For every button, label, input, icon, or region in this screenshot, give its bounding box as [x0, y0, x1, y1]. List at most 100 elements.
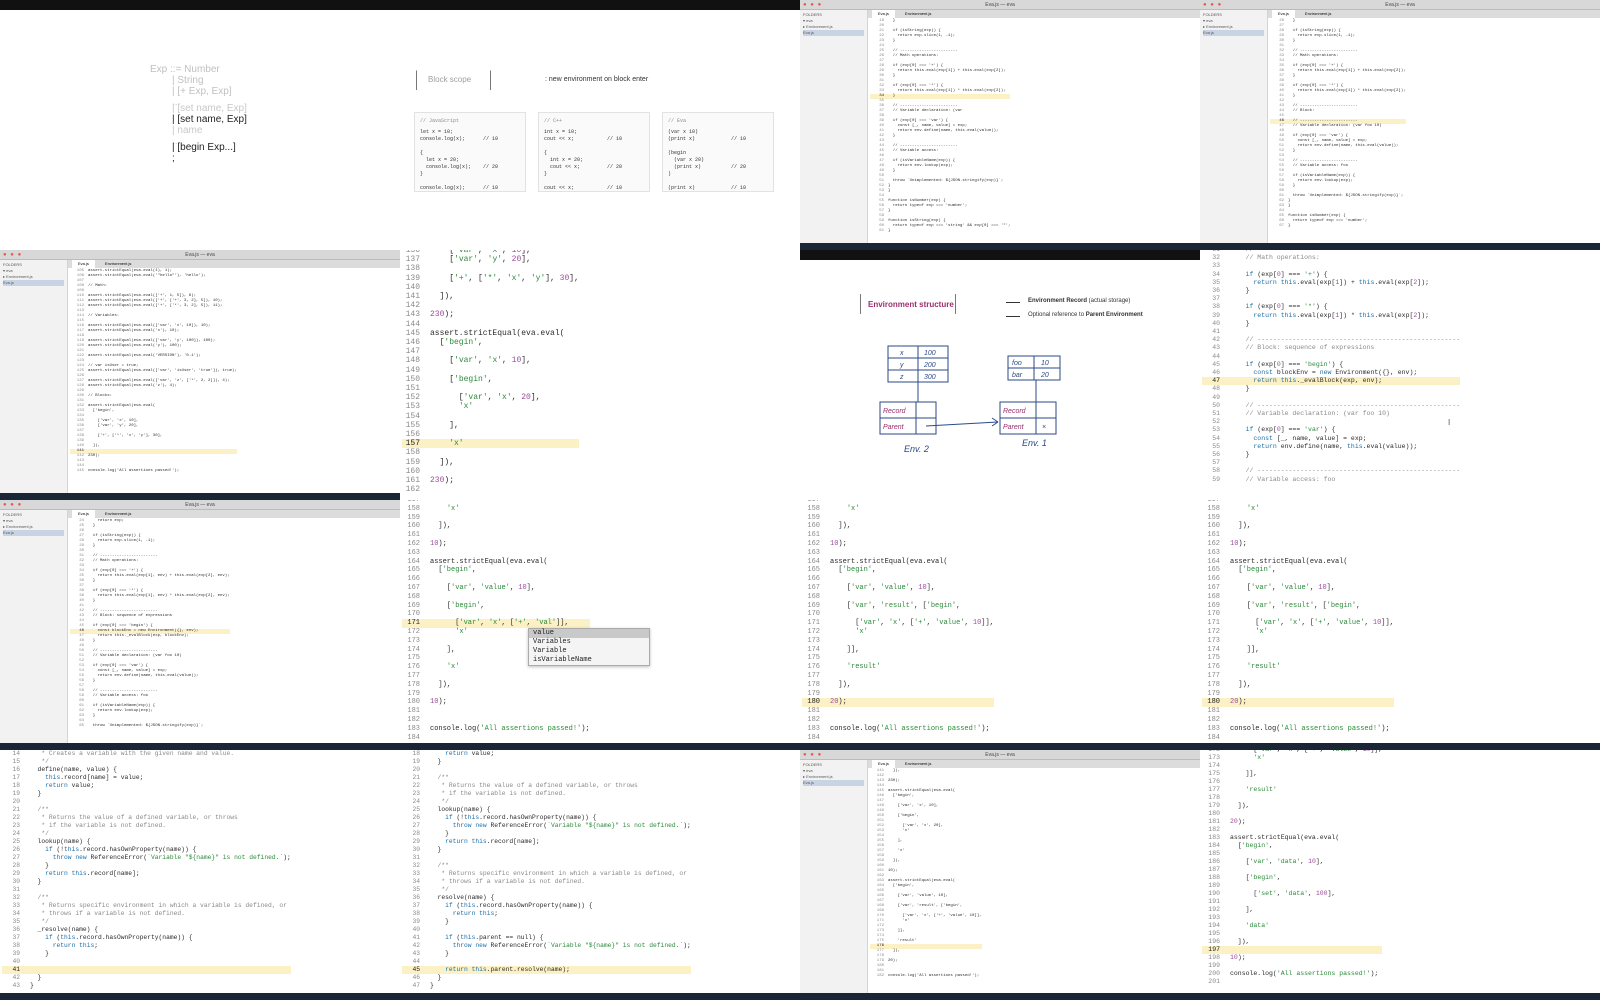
code-line[interactable]: 171 ['var', 'x', ['+', 'value', 10]], [802, 619, 994, 628]
sidebar-item[interactable]: Eva.js [803, 30, 864, 36]
code-line[interactable]: 35 return this.eval(exp[1]) + this.eval(… [1202, 279, 1460, 287]
code-line[interactable]: 15 */ [2, 758, 291, 766]
code-line[interactable]: 48 } [1202, 385, 1460, 393]
autocomplete-item[interactable]: value [529, 629, 649, 638]
code-line[interactable]: 34 if (exp[0] === '+') { [1202, 271, 1460, 279]
code-line[interactable]: 145 console.log('All assertions passed!')… [70, 469, 237, 474]
autocomplete-item[interactable]: Variable [529, 647, 649, 656]
code-line[interactable]: 165 ['begin', [402, 566, 590, 575]
code-line[interactable]: 32 /** [2, 894, 291, 902]
code-line[interactable]: 39 return this.eval(exp[1]) * this.eval(… [1202, 312, 1460, 320]
code-line[interactable]: 169 ['var', 'result', ['begin', [1202, 602, 1394, 611]
code-line[interactable]: 181 [402, 707, 590, 716]
code-line[interactable]: 176 [1202, 778, 1382, 786]
code-line[interactable]: 178 [1202, 794, 1382, 802]
code-line[interactable]: 179 [1202, 690, 1394, 699]
sidebar-item[interactable]: Eva.js [1203, 30, 1264, 36]
code-line[interactable]: 43 // Block: sequence of expressions [1202, 344, 1460, 352]
code-line[interactable]: 42 // ----------------------------------… [1202, 336, 1460, 344]
code-line[interactable]: 53 if (exp[0] === 'var') { [1202, 426, 1460, 434]
code-line[interactable]: 181 [802, 707, 994, 716]
code-line[interactable]: 24 */ [402, 798, 691, 806]
code-line[interactable]: 17 this.record[name] = value; [2, 774, 291, 782]
window-controls-icon[interactable]: ● ● ● [3, 252, 22, 258]
code-line[interactable]: 183 console.log('All assertions passed!')… [1202, 725, 1394, 734]
code-line[interactable]: 195 [1202, 930, 1382, 938]
code-line[interactable]: 180 10); [402, 698, 590, 707]
code-line[interactable]: 51 // Variable declaration: (var foo 10) [1202, 410, 1460, 418]
code-line[interactable]: 169 ['var', 'result', ['begin', [802, 602, 994, 611]
tab-eva-js[interactable]: Eva.js [872, 10, 895, 18]
tab-eva-js[interactable]: Eva.js [72, 510, 95, 518]
code-line[interactable]: 178 ]), [1202, 681, 1394, 690]
code-line[interactable]: 174 ]], [1202, 646, 1394, 655]
code-line[interactable]: 171 ['var', 'x', ['+', 'val']], [402, 619, 590, 628]
code-line[interactable]: 177 [1202, 672, 1394, 681]
code-line[interactable]: 65 throw `Unimplemented: ${JSON.stringif… [70, 724, 230, 729]
code-line[interactable]: 61} [870, 229, 1010, 234]
code-line[interactable]: 14 * Creates a variable with the given n… [2, 750, 291, 758]
code-line[interactable]: 146 ['begin', [402, 338, 579, 347]
code-line[interactable]: 52 [1202, 418, 1460, 426]
code-line[interactable]: 184 [802, 734, 994, 743]
code-line[interactable]: 37 if (this.record.hasOwnProperty(name))… [2, 934, 291, 942]
code-line[interactable]: 46 const blockEnv = new Environment({}, … [1202, 369, 1460, 377]
code-line[interactable]: 180 20); [802, 698, 994, 708]
code-line[interactable]: 144 [402, 320, 579, 329]
code-line[interactable]: 190 ['set', 'data', 100], [1202, 890, 1382, 898]
code-line[interactable]: 40 } [1202, 320, 1460, 328]
code-line[interactable]: 35 */ [402, 886, 691, 894]
code-line[interactable]: 20 [2, 798, 291, 806]
tab-eva-js[interactable]: Eva.js [72, 260, 95, 268]
code-line[interactable]: 184 [1202, 734, 1394, 743]
code-line[interactable]: 42 throw new ReferenceError(`Variable "$… [402, 942, 690, 950]
code-line[interactable]: 160 ]), [402, 522, 590, 531]
code-line[interactable]: 166 [1202, 575, 1394, 584]
code-line[interactable]: 41 [1202, 328, 1460, 336]
code-line[interactable]: 164 assert.strictEqual(eva.eval( [802, 558, 994, 567]
code-line[interactable]: 159 ]), [402, 458, 579, 467]
code-line[interactable]: 160 [402, 467, 579, 476]
tab-eva-js[interactable]: Eva.js [872, 760, 895, 768]
code-line[interactable]: 182 console.log('All assertions passed!')… [870, 974, 982, 979]
code-line[interactable]: 167 ['var', 'value', 10], [802, 584, 994, 593]
code-line[interactable]: 150 ['begin', [402, 375, 579, 384]
code-line[interactable]: 193 [1202, 914, 1382, 922]
code-line[interactable]: 145 assert.strictEqual(eva.eval( [402, 329, 579, 338]
window-controls-icon[interactable]: ● ● ● [3, 502, 22, 508]
code-line[interactable]: 172 'x' [1202, 628, 1394, 637]
code-line[interactable]: 47 return this._evalBlock(exp, env); [1202, 377, 1461, 386]
code-line[interactable]: 149 [402, 366, 579, 375]
code-line[interactable]: 169 ['begin', [402, 602, 590, 611]
code-line[interactable]: 38 return this; [2, 942, 291, 950]
code-line[interactable]: 57 [1202, 459, 1460, 467]
code-line[interactable]: 33 * Returns specific environment in whi… [402, 870, 691, 878]
code-line[interactable]: 41 if (this.parent == null) { [402, 934, 691, 942]
code-line[interactable]: 36 _resolve(name) { [2, 926, 291, 934]
tab-environment-js[interactable]: Environment.js [1299, 10, 1337, 18]
code-line[interactable]: 28 } [2, 862, 291, 870]
code-line[interactable]: 191 [1202, 898, 1382, 906]
code-line[interactable]: 164 assert.strictEqual(eva.eval( [1202, 558, 1394, 567]
tab-environment-js[interactable]: Environment.js [99, 510, 137, 518]
tab-eva-js[interactable]: Eva.js [1272, 10, 1295, 18]
code-line[interactable]: 156 [402, 430, 579, 439]
code-line[interactable]: 162 10); [802, 540, 994, 549]
code-line[interactable]: 181 [1202, 707, 1394, 716]
autocomplete-item[interactable]: isVariableName [529, 656, 649, 665]
code-line[interactable]: 28 } [402, 830, 691, 838]
code-line[interactable]: 189 [1202, 882, 1382, 890]
code-line[interactable]: 40 [2, 958, 291, 966]
code-line[interactable]: 19 } [2, 790, 291, 798]
code-line[interactable]: 154 [402, 412, 579, 421]
code-line[interactable]: 165 ['begin', [802, 566, 994, 575]
code-line[interactable]: 35 */ [2, 918, 291, 926]
code-line[interactable]: 168 [1202, 593, 1394, 602]
code-line[interactable]: 158 'x' [1202, 505, 1394, 514]
sidebar-item[interactable]: Eva.js [803, 780, 864, 786]
code-line[interactable]: 158 'x' [402, 505, 590, 514]
code-line[interactable]: 36 resolve(name) { [402, 894, 691, 902]
code-line[interactable]: 158 'x' [802, 505, 994, 514]
code-line[interactable]: 56 } [1202, 451, 1460, 459]
code-line[interactable]: 175 [1202, 654, 1394, 663]
